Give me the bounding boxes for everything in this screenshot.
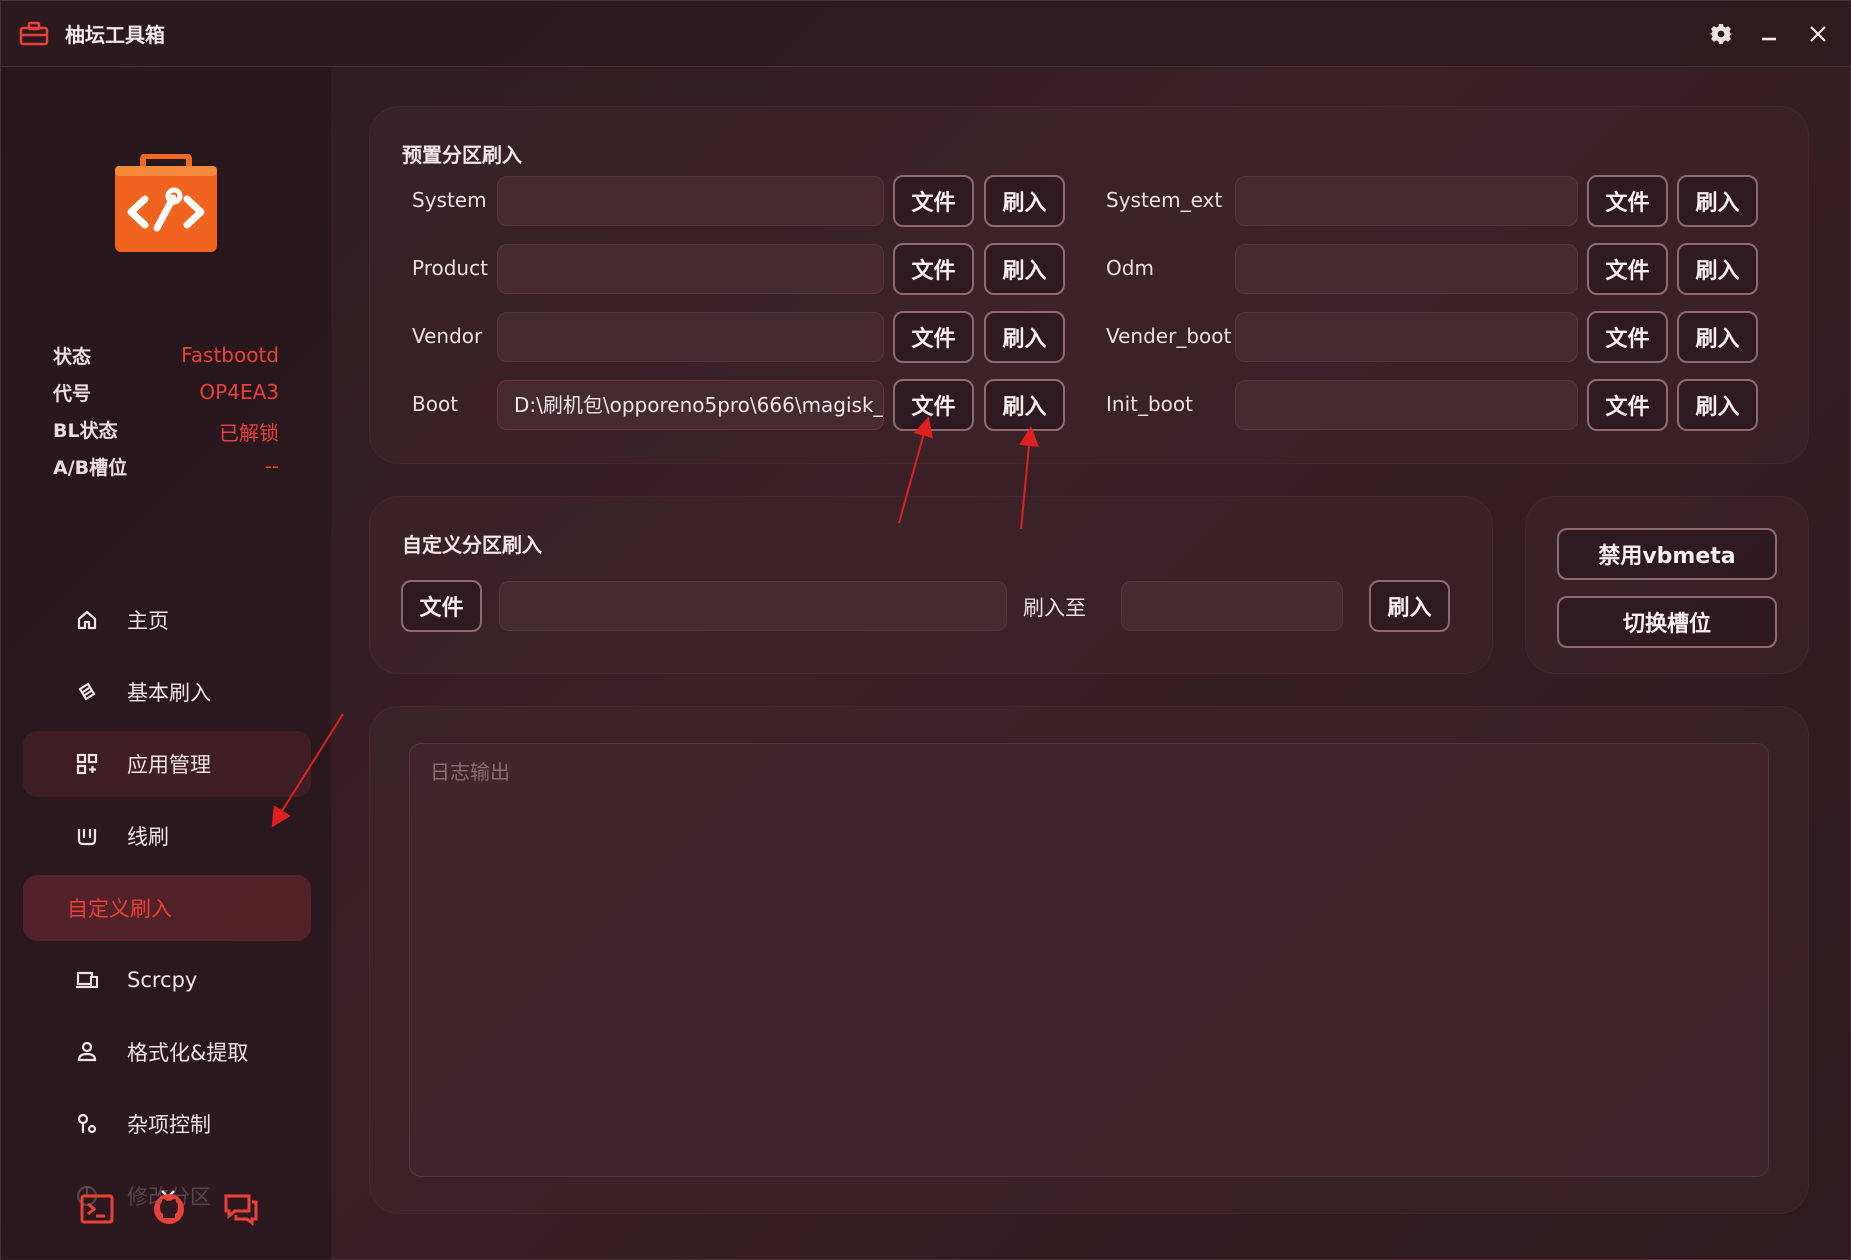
flash-to-label: 刷入至 [1023, 596, 1086, 620]
product-file-button[interactable]: 文件 [893, 243, 974, 295]
flash-icon [78, 682, 96, 701]
partition-label: Init_boot [1106, 392, 1193, 416]
gear-icon [1709, 24, 1733, 44]
sidebar-footer [79, 1191, 259, 1231]
partition-name-field[interactable] [1121, 581, 1343, 631]
sidebar: 状态 Fastbootd 代号 OP4EA3 BL状态 已解锁 A/B槽位 -- [1, 68, 331, 1260]
status-label: BL状态 [53, 420, 118, 442]
sidebar-nav: 主页 基本刷入 应用管理 线刷 自定义刷入 Scrcpy 格式化&提取 杂项控制 [23, 587, 311, 1235]
terminal-icon[interactable] [79, 1191, 115, 1227]
partition-label: Vendor [412, 324, 483, 348]
product-path-field[interactable] [497, 244, 884, 294]
status-label: 状态 [53, 346, 92, 368]
sidebar-item-line-flash[interactable]: 线刷 [23, 803, 311, 869]
system-path-field[interactable] [497, 176, 884, 226]
chat-icon[interactable] [223, 1191, 259, 1227]
system-flash-button[interactable]: 刷入 [984, 175, 1065, 227]
sidebar-item-label: 基本刷入 [127, 681, 211, 705]
sidebar-item-misc[interactable]: 杂项控制 [23, 1091, 311, 1157]
vendor-file-button[interactable]: 文件 [893, 311, 974, 363]
status-row: A/B槽位 -- [53, 451, 279, 488]
sidebar-item-format-extract[interactable]: 格式化&提取 [23, 1019, 311, 1085]
close-icon [1810, 26, 1826, 42]
status-label: 代号 [53, 383, 92, 405]
disable-vbmeta-button[interactable]: 禁用vbmeta [1557, 528, 1777, 580]
sidebar-item-custom-flash[interactable]: 自定义刷入 [23, 875, 311, 941]
sidebar-item-app-manage[interactable]: 应用管理 [23, 731, 311, 797]
status-value: Fastbootd [181, 343, 279, 367]
sidebar-item-label: 主页 [127, 609, 169, 633]
screen-mirror-icon [76, 971, 98, 989]
partition-label: Product [412, 256, 488, 280]
status-row: 代号 OP4EA3 [53, 377, 279, 414]
sidebar-item-home[interactable]: 主页 [23, 587, 311, 653]
tools-icon [77, 1113, 97, 1134]
custom-file-button[interactable]: 文件 [401, 580, 482, 632]
sidebar-item-label: 杂项控制 [127, 1113, 211, 1137]
init-boot-path-field[interactable] [1235, 380, 1578, 430]
partition-label: Odm [1106, 256, 1154, 280]
sidebar-item-label: 自定义刷入 [67, 897, 172, 921]
panel-title: 自定义分区刷入 [402, 533, 542, 557]
status-row: 状态 Fastbootd [53, 340, 279, 377]
sidebar-item-label: 格式化&提取 [127, 1041, 249, 1065]
format-icon [77, 1041, 97, 1062]
boot-flash-button[interactable]: 刷入 [984, 379, 1065, 431]
partition-label: Boot [412, 392, 459, 416]
toolbox-logo [115, 154, 217, 252]
minimize-button[interactable] [1749, 15, 1789, 53]
partition-label: System [412, 188, 487, 212]
system-ext-file-button[interactable]: 文件 [1587, 175, 1668, 227]
partition-label: Vender_boot [1106, 324, 1232, 348]
github-icon[interactable] [151, 1191, 187, 1227]
system-ext-flash-button[interactable]: 刷入 [1677, 175, 1758, 227]
product-flash-button[interactable]: 刷入 [984, 243, 1065, 295]
init-boot-flash-button[interactable]: 刷入 [1677, 379, 1758, 431]
toolbox-icon [19, 21, 49, 46]
status-value: OP4EA3 [199, 380, 279, 404]
vender-boot-flash-button[interactable]: 刷入 [1677, 311, 1758, 363]
app-window: 柚坛工具箱 状态 Fastbootd 代号 OP4EA3 BL状态 已解锁 A/… [0, 0, 1851, 1260]
odm-file-button[interactable]: 文件 [1587, 243, 1668, 295]
sidebar-item-basic-flash[interactable]: 基本刷入 [23, 659, 311, 725]
status-row: BL状态 已解锁 [53, 414, 279, 451]
odm-flash-button[interactable]: 刷入 [1677, 243, 1758, 295]
title-bar: 柚坛工具箱 [1, 1, 1851, 67]
apps-icon [76, 753, 98, 775]
switch-slot-button[interactable]: 切换槽位 [1557, 596, 1777, 648]
custom-flash-button[interactable]: 刷入 [1369, 580, 1450, 632]
init-boot-file-button[interactable]: 文件 [1587, 379, 1668, 431]
cable-icon [77, 829, 97, 846]
status-value: -- [264, 454, 279, 478]
system-file-button[interactable]: 文件 [893, 175, 974, 227]
home-icon [77, 610, 97, 630]
status-value: 已解锁 [219, 421, 279, 445]
odm-path-field[interactable] [1235, 244, 1578, 294]
vender-boot-file-button[interactable]: 文件 [1587, 311, 1668, 363]
sidebar-item-label: 线刷 [127, 825, 169, 849]
boot-file-button[interactable]: 文件 [893, 379, 974, 431]
partition-label: System_ext [1106, 188, 1223, 212]
panel-title: 预置分区刷入 [402, 143, 522, 167]
minimize-icon [1762, 37, 1776, 41]
system-ext-path-field[interactable] [1235, 176, 1578, 226]
vender-boot-path-field[interactable] [1235, 312, 1578, 362]
custom-path-field[interactable] [499, 581, 1007, 631]
sidebar-item-label: 应用管理 [127, 753, 211, 777]
vendor-flash-button[interactable]: 刷入 [984, 311, 1065, 363]
log-output[interactable]: 日志输出 [409, 743, 1769, 1177]
close-button[interactable] [1798, 15, 1838, 53]
log-placeholder: 日志输出 [430, 760, 510, 784]
sidebar-item-label: Scrcpy [127, 968, 198, 992]
device-status: 状态 Fastbootd 代号 OP4EA3 BL状态 已解锁 A/B槽位 -- [53, 340, 279, 488]
app-title: 柚坛工具箱 [65, 23, 165, 47]
settings-button[interactable] [1701, 15, 1741, 53]
vendor-path-field[interactable] [497, 312, 884, 362]
status-label: A/B槽位 [53, 457, 128, 479]
sidebar-item-scrcpy[interactable]: Scrcpy [23, 947, 311, 1013]
boot-path-field[interactable]: D:\刷机包\opporeno5pro\666\magisk_ [497, 380, 884, 430]
